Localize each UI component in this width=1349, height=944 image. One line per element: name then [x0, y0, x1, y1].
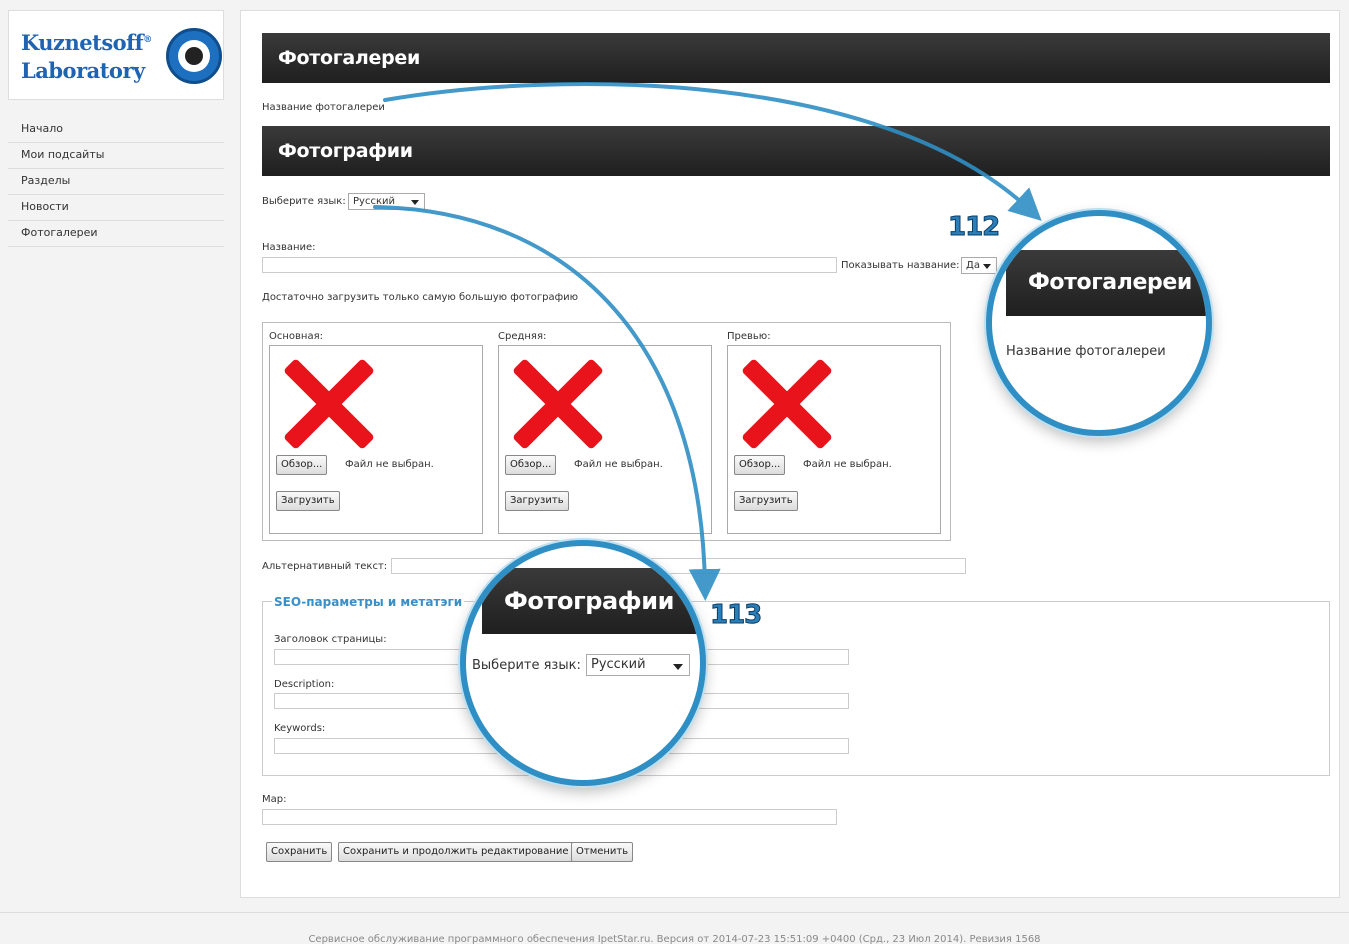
- sidebar: Kuznetsoff® Laboratory Начало Мои подсай…: [8, 10, 224, 247]
- language-select-value: Русский: [353, 196, 395, 207]
- sidebar-nav: Начало Мои подсайты Разделы Новости Фото…: [8, 117, 224, 247]
- show-name-value: Да: [966, 260, 980, 271]
- upload-col-title: Средняя:: [498, 331, 547, 342]
- show-name-label: Показывать название:: [841, 260, 960, 271]
- upload-hint: Достаточно загрузить только самую большу…: [262, 292, 579, 303]
- callout-113-title: Фотографии: [482, 568, 700, 634]
- cancel-button[interactable]: Отменить: [571, 842, 634, 862]
- footer: Сервисное обслуживание программного обес…: [0, 912, 1349, 944]
- logo-emblem-icon: [166, 28, 222, 84]
- sidebar-item-sections[interactable]: Разделы: [8, 169, 224, 195]
- browse-button[interactable]: Обзор...: [276, 455, 328, 475]
- map-label: Map:: [262, 794, 287, 805]
- logo-line1: Kuznetsoff: [21, 30, 144, 55]
- keywords-label: Keywords:: [274, 723, 326, 734]
- chevron-down-icon: [673, 664, 683, 670]
- upload-col-medium: Средняя: Обзор... Файл не выбран. Загруз…: [492, 323, 721, 540]
- missing-image-icon: [280, 356, 376, 452]
- logo-reg: ®: [143, 35, 152, 45]
- show-name-select[interactable]: Да: [961, 257, 997, 274]
- no-file-text: Файл не выбран.: [574, 459, 663, 470]
- logo-text: Kuznetsoff® Laboratory: [21, 26, 152, 85]
- callout-113: Фотографии Выберите язык: Русский: [460, 540, 706, 786]
- page-title-label: Заголовок страницы:: [274, 634, 387, 645]
- missing-image-icon: [738, 356, 834, 452]
- gallery-name-text: Название фотогалереи: [262, 102, 385, 113]
- map-input[interactable]: [262, 809, 837, 825]
- no-file-text: Файл не выбран.: [803, 459, 892, 470]
- upload-panel: Основная: Обзор... Файл не выбран. Загру…: [262, 322, 951, 541]
- missing-image-icon: [509, 356, 605, 452]
- browse-button[interactable]: Обзор...: [734, 455, 786, 475]
- save-button[interactable]: Сохранить: [266, 842, 333, 862]
- save-continue-button[interactable]: Сохранить и продолжить редактирование: [338, 842, 574, 862]
- callout-113-lang-label: Выберите язык:: [472, 658, 581, 673]
- chevron-down-icon: [411, 200, 419, 205]
- sidebar-item-galleries[interactable]: Фотогалереи: [8, 221, 224, 247]
- logo-line2: Laboratory: [21, 58, 145, 83]
- callout-113-lang-select: Русский: [586, 654, 690, 676]
- callout-112: Фотогалереи Название фотогалереи: [986, 210, 1212, 436]
- upload-col-preview: Превью: Обзор... Файл не выбран. Загрузи…: [721, 323, 950, 540]
- callout-number-113: 113: [709, 600, 762, 631]
- upload-col-main: Основная: Обзор... Файл не выбран. Загру…: [263, 323, 492, 540]
- upload-button[interactable]: Загрузить: [276, 491, 340, 511]
- image-preview: Обзор... Файл не выбран. Загрузить: [269, 345, 483, 534]
- callout-113-lang-value: Русский: [591, 657, 646, 672]
- language-label: Выберите язык:: [262, 196, 346, 207]
- sidebar-item-home[interactable]: Начало: [8, 117, 224, 143]
- sidebar-item-news[interactable]: Новости: [8, 195, 224, 221]
- callout-112-title: Фотогалереи: [1006, 250, 1206, 316]
- upload-button[interactable]: Загрузить: [734, 491, 798, 511]
- alt-text-label: Альтернативный текст:: [262, 561, 388, 572]
- description-label: Description:: [274, 679, 335, 690]
- callout-112-text: Название фотогалереи: [1006, 344, 1166, 359]
- image-preview: Обзор... Файл не выбран. Загрузить: [727, 345, 941, 534]
- main-panel: Фотогалереи Название фотогалереи Фотогра…: [240, 10, 1340, 898]
- logo[interactable]: Kuznetsoff® Laboratory: [8, 10, 224, 100]
- callout-number-112: 112: [947, 212, 1000, 243]
- page: Kuznetsoff® Laboratory Начало Мои подсай…: [0, 0, 1349, 944]
- upload-col-title: Основная:: [269, 331, 323, 342]
- seo-legend: SEO-параметры и метатэги: [272, 595, 465, 609]
- language-select[interactable]: Русский: [348, 193, 425, 210]
- upload-button[interactable]: Загрузить: [505, 491, 569, 511]
- upload-col-title: Превью:: [727, 331, 771, 342]
- page-title: Фотогалереи: [262, 33, 1330, 83]
- sidebar-item-subsites[interactable]: Мои подсайты: [8, 143, 224, 169]
- photos-section-title: Фотографии: [262, 126, 1330, 176]
- name-label: Название:: [262, 242, 316, 253]
- name-input[interactable]: [262, 257, 837, 273]
- browse-button[interactable]: Обзор...: [505, 455, 557, 475]
- no-file-text: Файл не выбран.: [345, 459, 434, 470]
- image-preview: Обзор... Файл не выбран. Загрузить: [498, 345, 712, 534]
- chevron-down-icon: [983, 264, 991, 269]
